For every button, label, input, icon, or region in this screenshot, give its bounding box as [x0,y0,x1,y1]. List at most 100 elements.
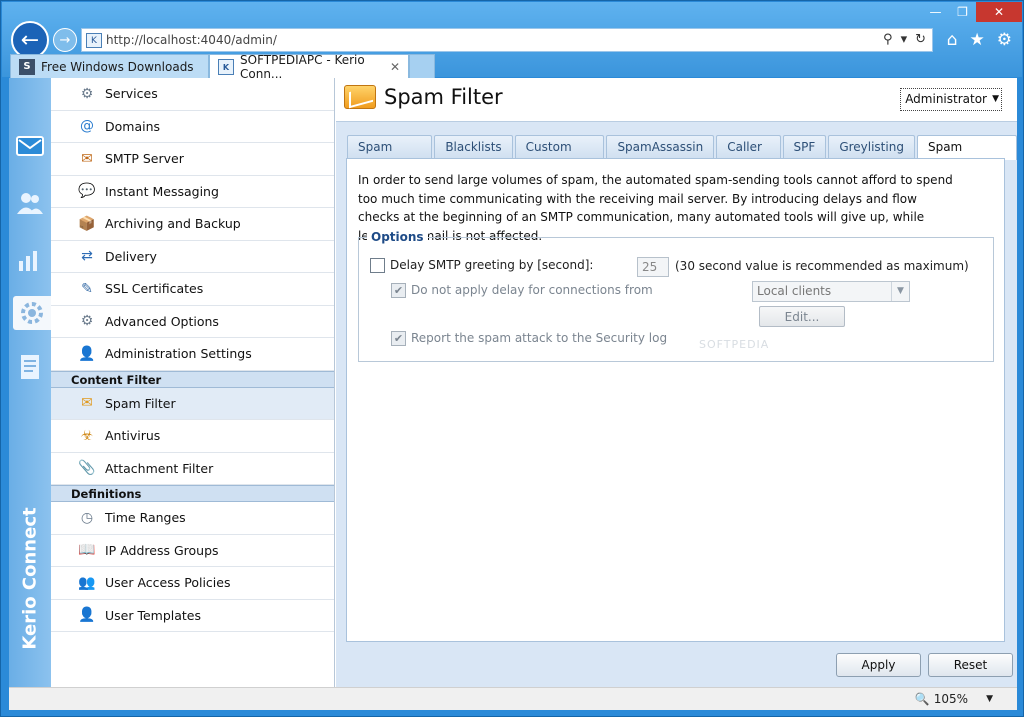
browser-chrome: — ❐ ✕ ← → K http://localhost:4040/admin/… [2,2,1022,81]
statistics-icon[interactable] [13,242,47,276]
nav-item-spam-filter[interactable]: ✉ Spam Filter [51,387,334,420]
tab-greylisting[interactable]: Greylisting [828,135,915,159]
nav-item-advanced-options[interactable]: ⚙ Advanced Options [51,306,334,338]
nav-item-user-templates[interactable]: 👤 User Templates [51,600,334,632]
tab-spamassassin[interactable]: SpamAssassin [606,135,715,159]
nav-item-delivery[interactable]: ⇄ Delivery [51,241,334,273]
nav-item-administration-settings[interactable]: 👤 Administration Settings [51,338,334,371]
options-fieldset: Options Delay SMTP greeting by [second]:… [358,230,994,362]
report-attack-checkbox[interactable]: ✔ [391,331,406,346]
new-tab-button[interactable] [409,54,435,79]
nav-item-label: SMTP Server [105,151,184,167]
nav-item-label: Spam Filter [105,395,176,411]
definitions-header: Definitions [51,485,334,502]
certificate-icon: ✎ [81,280,93,297]
delay-hint: (30 second value is recommended as maxim… [675,259,969,273]
search-icon[interactable]: ⚲ [883,32,893,47]
chevron-down-icon: ▼ [992,94,999,104]
address-bar[interactable]: K http://localhost:4040/admin/ ⚲ ▾ ↻ [81,28,933,52]
nav-item-user-access-policies[interactable]: 👥 User Access Policies [51,567,334,600]
ip-book-icon: 📖 [78,542,96,559]
minimize-button[interactable]: — [922,2,949,22]
spam-filter-title-icon [344,85,376,109]
softpedia-watermark: SOFTPEDIA [699,338,770,351]
policy-icon: 👥 [78,574,96,591]
maximize-button[interactable]: ❐ [949,2,976,22]
browser-window: — ❐ ✕ ← → K http://localhost:4040/admin/… [0,0,1024,717]
time-icon: ◷ [80,509,94,526]
refresh-icon[interactable]: ↻ [915,32,926,47]
antivirus-icon: ☣ [80,427,94,444]
nav-item-instant-messaging[interactable]: 💬 Instant Messaging [51,176,334,208]
tab-spam-repellent[interactable]: Spam Repellent [916,135,1017,176]
users-icon[interactable] [13,186,47,220]
nav-item-label: SSL Certificates [105,281,204,297]
nav-item-ssl-certificates[interactable]: ✎ SSL Certificates [51,273,334,306]
kerio-favicon-icon: K [218,59,234,75]
nav-item-label: Domains [105,118,161,134]
administrator-menu[interactable]: Administrator ▼ [900,88,1002,111]
nav-item-label: IP Address Groups [105,542,219,558]
window-controls: — ❐ ✕ [922,2,1022,22]
nav-item-label: Delivery [105,248,157,264]
nav-item-domains[interactable]: @ Domains [51,111,334,143]
nav-item-label: Time Ranges [105,510,186,526]
tab-blacklists[interactable]: Blacklists [434,135,513,159]
spam-filter-tabs: Spam RatingBlacklistsCustom RulesSpamAss… [347,135,1017,176]
zoom-icon: 🔍 [914,692,930,706]
options-legend: Options [367,230,428,244]
attachment-icon: 📎 [78,460,96,477]
nav-item-label: User Templates [105,607,202,623]
chat-icon: 💬 [78,183,96,200]
favorites-star-icon[interactable]: ★ [970,30,985,50]
zoom-control[interactable]: 🔍 105% ▼ [915,692,993,706]
close-window-button[interactable]: ✕ [976,2,1022,22]
settings-icon[interactable] [13,296,51,330]
nav-item-smtp-server[interactable]: ✉ SMTP Server [51,143,334,176]
delay-smtp-checkbox[interactable] [370,258,385,273]
logs-icon[interactable] [13,350,47,384]
address-url[interactable]: http://localhost:4040/admin/ [106,33,277,47]
template-icon: 👤 [78,607,96,624]
nav-item-time-ranges[interactable]: ◷ Time Ranges [51,502,334,535]
forward-arrow-icon: → [59,32,71,48]
forward-button[interactable]: → [53,28,77,52]
report-attack-label: Report the spam attack to the Security l… [411,331,668,345]
address-tools: ⚲ ▾ ↻ [883,32,926,47]
nav-item-attachment-filter[interactable]: 📎 Attachment Filter [51,453,334,485]
nav-item-label: User Access Policies [105,575,231,591]
no-delay-label: Do not apply delay for connections from [411,283,653,297]
smtp-icon: ✉ [81,150,93,167]
browser-tabs: S Free Windows Downloads K SOFTPEDIAPC -… [10,53,435,81]
browser-tab-kerio[interactable]: K SOFTPEDIAPC - Kerio Conn... ✕ [209,53,409,81]
spam-icon: ✉ [81,395,93,412]
content-filter-header: Content Filter [51,370,334,388]
tab-spf[interactable]: SPF [782,135,827,159]
ip-group-select[interactable]: Local clients ▼ [752,281,910,302]
home-icon[interactable]: ⌂ [947,30,958,50]
nav-item-archiving-and-backup[interactable]: 📦 Archiving and Backup [51,208,334,241]
apply-button[interactable]: Apply [836,653,921,677]
mail-icon[interactable] [13,130,47,164]
browser-tab-softpedia[interactable]: S Free Windows Downloads [10,54,209,79]
admin-icon: 👤 [78,345,96,362]
nav-item-antivirus[interactable]: ☣ Antivirus [51,420,334,453]
close-tab-icon[interactable]: ✕ [390,60,400,74]
nav-item-ip-address-groups[interactable]: 📖 IP Address Groups [51,535,334,567]
browser-tab-label: SOFTPEDIAPC - Kerio Conn... [240,53,365,81]
dropdown-icon[interactable]: ▾ [901,32,908,47]
gear-icon[interactable]: ⚙ [997,30,1012,50]
spam-repellent-panel: In order to send large volumes of spam, … [346,158,1005,642]
section-rail: Kerio Connect [9,78,51,687]
no-delay-checkbox[interactable]: ✔ [391,283,406,298]
tab-custom-rules[interactable]: Custom Rules [514,135,605,176]
brand-label: Kerio Connect [19,506,41,650]
edit-button[interactable]: Edit... [759,306,845,327]
nav-item-label: Administration Settings [105,346,252,362]
nav-item-services[interactable]: ⚙ Services [51,78,334,111]
delay-seconds-input[interactable]: 25 [637,257,669,277]
reset-button[interactable]: Reset [928,653,1013,677]
tab-spam-rating[interactable]: Spam Rating [347,135,433,176]
tab-caller-id[interactable]: Caller ID [716,135,781,176]
browser-tab-label: Free Windows Downloads [41,59,194,74]
